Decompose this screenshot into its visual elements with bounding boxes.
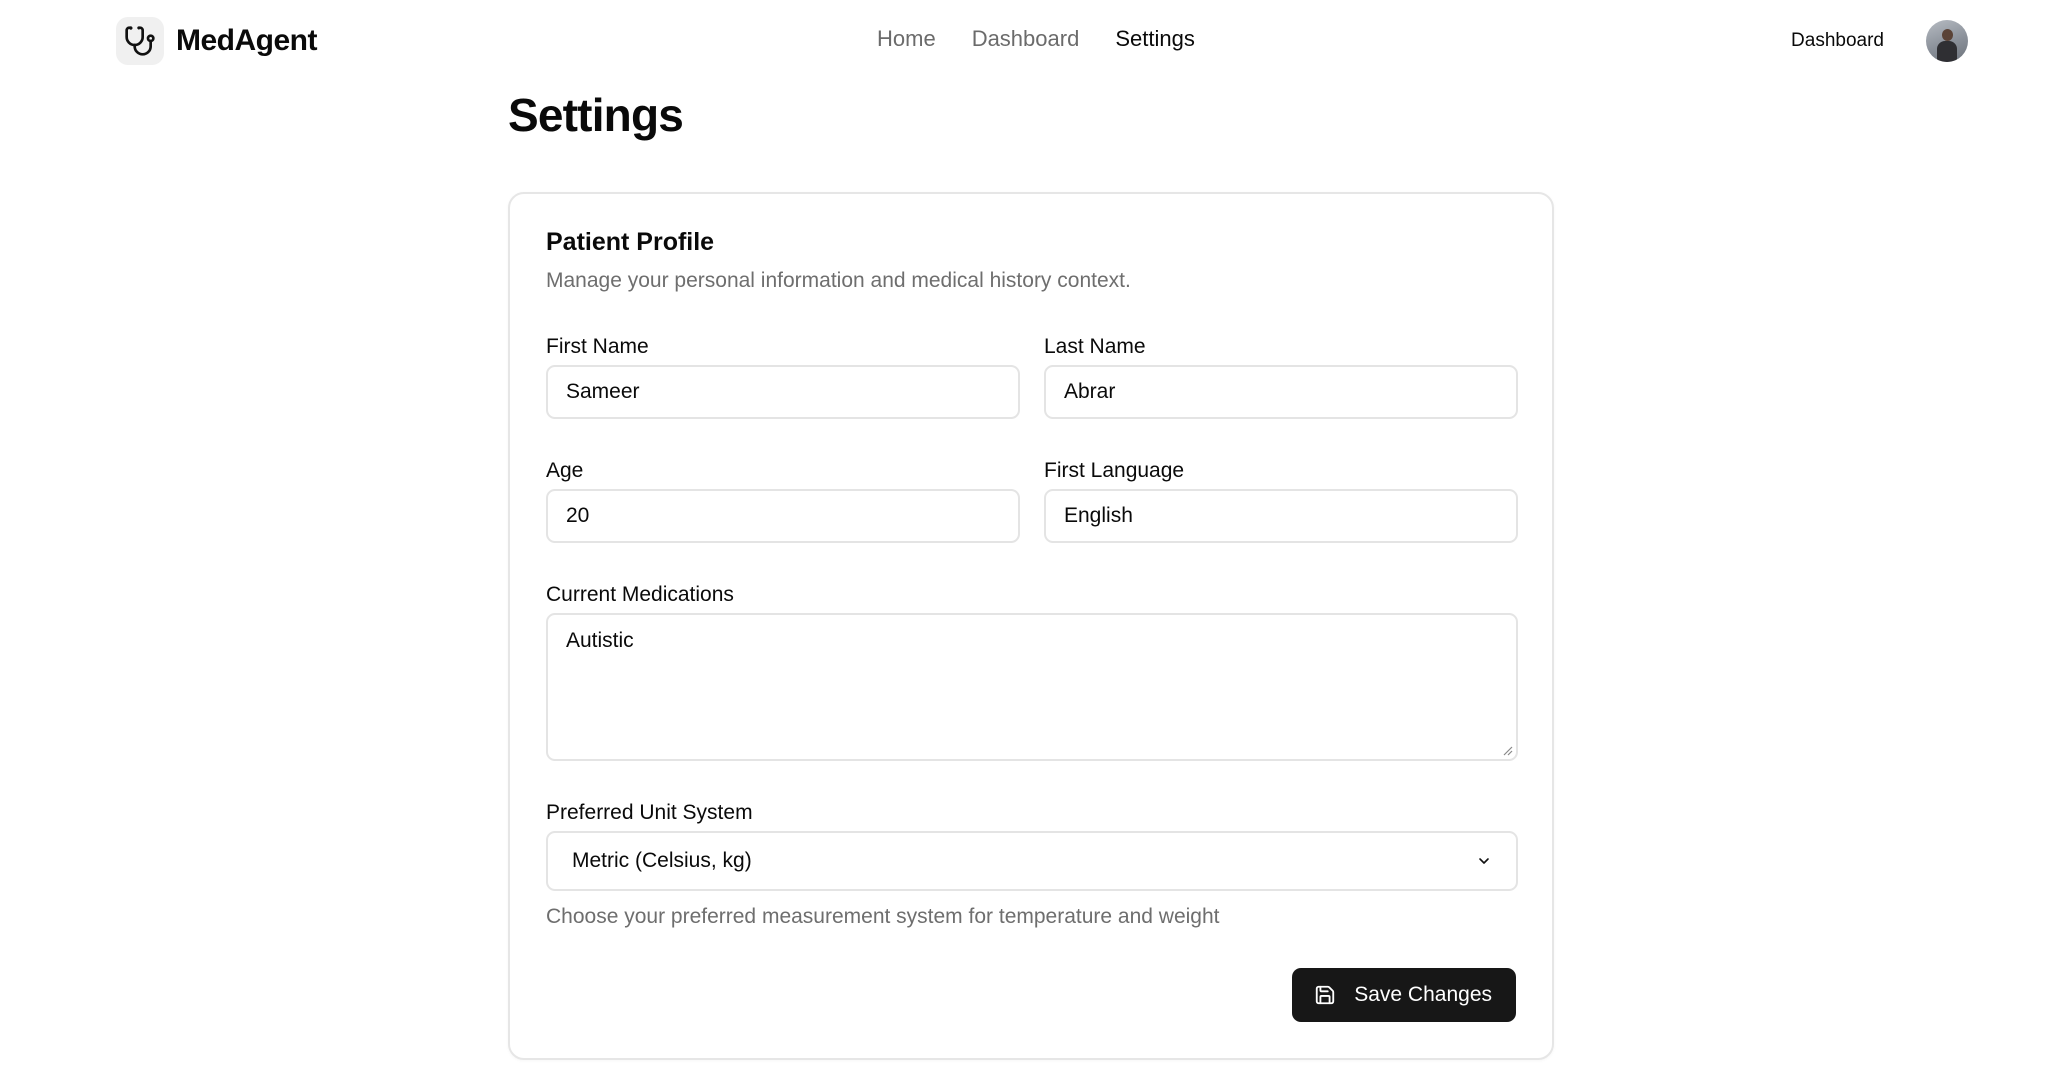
age-input[interactable]: 20 <box>546 489 1020 543</box>
last-name-label: Last Name <box>1044 335 1146 358</box>
last-name-input[interactable]: Abrar <box>1044 365 1518 419</box>
first-language-input[interactable]: English <box>1044 489 1518 543</box>
save-changes-label: Save Changes <box>1354 983 1492 1006</box>
first-name-input[interactable]: Sameer <box>546 365 1020 419</box>
avatar-body-shape <box>1937 41 1957 62</box>
chevron-down-icon <box>1479 858 1489 864</box>
brand-name: MedAgent <box>176 24 318 57</box>
nav-home[interactable]: Home <box>877 26 936 52</box>
main-nav: Home Dashboard Settings <box>877 26 1195 52</box>
patient-profile-card: Patient Profile Manage your personal inf… <box>508 192 1554 1060</box>
age-label: Age <box>546 459 584 482</box>
first-language-field: First Language English <box>1044 459 1518 543</box>
unit-system-hint: Choose your preferred measurement system… <box>546 905 1220 928</box>
unit-system-select[interactable]: Metric (Celsius, kg) <box>546 831 1518 891</box>
unit-system-field: Preferred Unit System Metric (Celsius, k… <box>546 801 1518 929</box>
header-actions: Dashboard <box>1791 20 1968 62</box>
last-name-field: Last Name Abrar <box>1044 335 1518 419</box>
name-row: First Name Sameer Last Name Abrar <box>546 335 1518 419</box>
medications-textarea[interactable]: Autistic <box>546 613 1518 761</box>
dashboard-link[interactable]: Dashboard <box>1791 30 1884 52</box>
card-title: Patient Profile <box>546 228 715 256</box>
page-title: Settings <box>508 89 684 141</box>
nav-dashboard[interactable]: Dashboard <box>972 26 1080 52</box>
age-field: Age 20 <box>546 459 1020 543</box>
medications-label: Current Medications <box>546 583 734 606</box>
first-name-label: First Name <box>546 335 649 358</box>
save-icon <box>1316 985 1335 1005</box>
top-navbar: MedAgent Home Dashboard Settings Dashboa… <box>0 0 2048 84</box>
avatar-head-shape <box>1942 29 1953 41</box>
medications-value: Autistic <box>566 629 634 652</box>
card-description: Manage your personal information and med… <box>546 269 1131 292</box>
first-language-label: First Language <box>1044 459 1185 482</box>
age-language-row: Age 20 First Language English <box>546 459 1518 543</box>
stethoscope-icon <box>116 17 164 65</box>
unit-system-selected: Metric (Celsius, kg) <box>572 849 752 872</box>
first-name-field: First Name Sameer <box>546 335 1020 419</box>
brand[interactable]: MedAgent <box>116 17 318 65</box>
resize-handle-icon[interactable] <box>1501 744 1513 756</box>
save-changes-button[interactable]: Save Changes <box>1292 968 1516 1022</box>
nav-settings[interactable]: Settings <box>1115 26 1195 52</box>
user-avatar[interactable] <box>1926 20 1968 62</box>
unit-system-label: Preferred Unit System <box>546 801 753 824</box>
medications-field: Current Medications Autistic <box>546 583 1518 761</box>
card-content: Patient Profile Manage your personal inf… <box>546 228 1518 929</box>
